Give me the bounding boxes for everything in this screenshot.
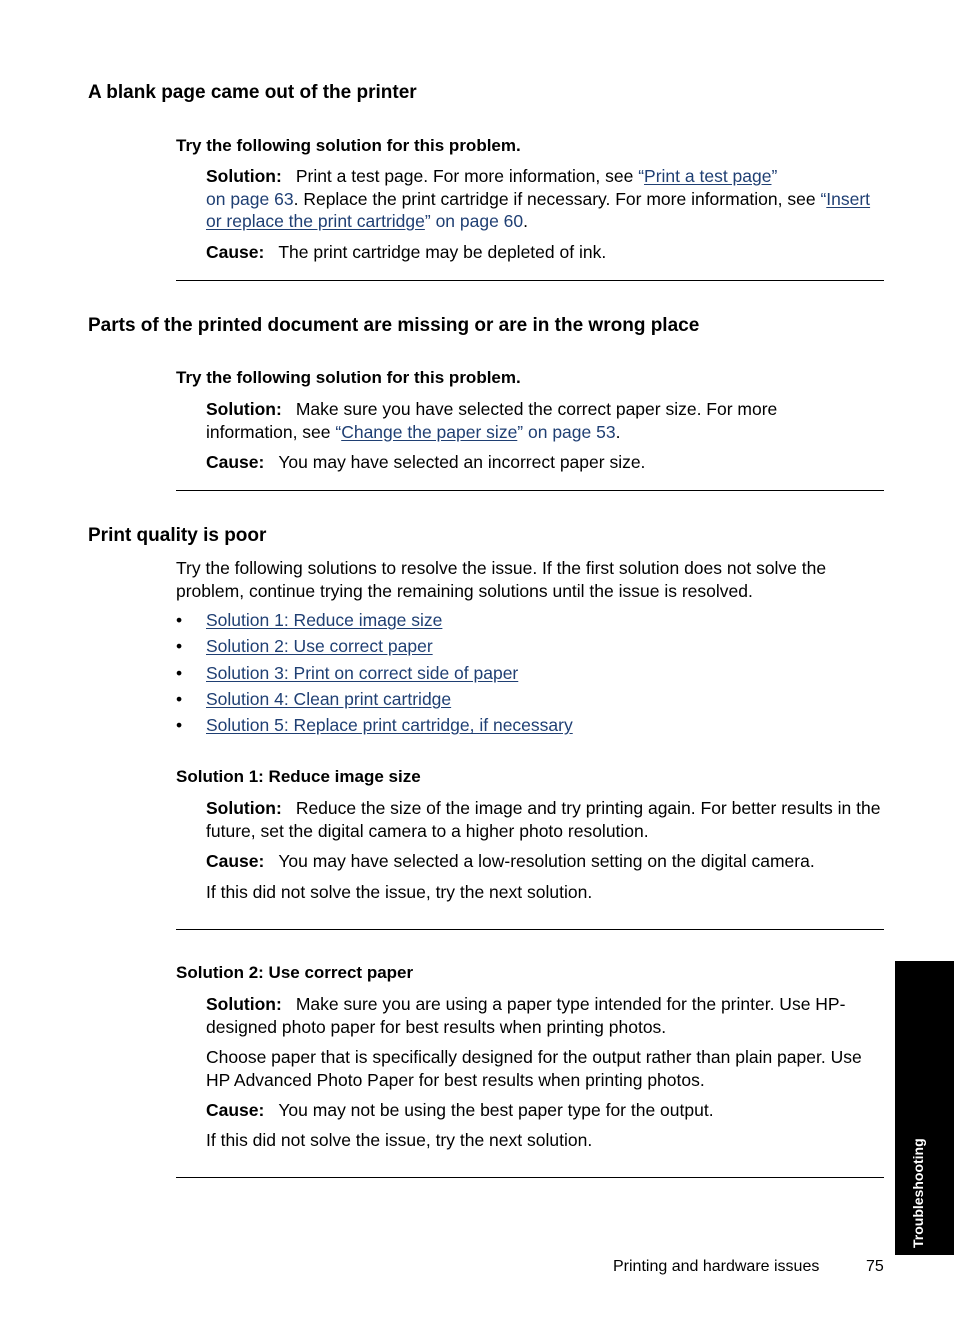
period: . [523, 211, 529, 231]
solution-label: Solution: [206, 994, 282, 1014]
subsection-heading-solution-2: Solution 2: Use correct paper [176, 963, 414, 982]
section-divider [176, 280, 884, 281]
section-heading-missing-parts: Parts of the printed document are missin… [88, 315, 700, 336]
cause-text: You may not be using the best paper type… [278, 1100, 714, 1120]
next-solution-note: If this did not solve the issue, try the… [206, 1130, 593, 1150]
cause-paragraph: Cause: You may have selected an incorrect… [206, 451, 886, 474]
solution-text: Print a test page. For more information,… [295, 166, 639, 186]
footer-page-number: 75 [866, 1258, 884, 1275]
subsection-heading-solution-1: Solution 1: Reduce image size [176, 767, 421, 786]
try-following-label: Try the following solution for this prob… [176, 368, 521, 387]
solution-paragraph: Solution: Make sure you have selected the… [206, 398, 886, 443]
solution-text: Make sure you are using a paper type int… [206, 994, 846, 1037]
link-solution-1[interactable]: Solution 1: Reduce image size [206, 610, 442, 631]
page-ref-63[interactable]: on page 63 [206, 189, 294, 209]
bullet-icon: • [176, 610, 183, 630]
solution-text-cont: . Replace the print cartridge if necessa… [293, 188, 821, 209]
solution-text: Make sure you have selected the correct … [295, 399, 778, 419]
bullet-icon: • [176, 636, 183, 656]
bullet-icon: • [176, 689, 183, 709]
link-solution-2[interactable]: Solution 2: Use correct paper [206, 636, 433, 657]
section-heading-print-quality: Print quality is poor [88, 525, 267, 546]
cause-text: The print cartridge may be depleted of i… [278, 242, 607, 262]
page-ref-53[interactable]: ” on page 53 [517, 422, 615, 442]
bullet-icon: • [176, 663, 183, 683]
link-solution-5[interactable]: Solution 5: Replace print cartridge, if … [206, 715, 573, 736]
link-insert-replace-cartridge[interactable]: Insert [826, 189, 870, 209]
chapter-side-tab-label: Troubleshooting [910, 1138, 926, 1248]
section-heading-blank-page: A blank page came out of the printer [88, 82, 417, 103]
link-change-paper-size[interactable]: Change the paper size [341, 422, 517, 442]
cause-label: Cause: [206, 1100, 265, 1120]
solution-label: Solution: [206, 166, 282, 186]
solution-label: Solution: [206, 798, 282, 818]
cause-paragraph: Cause: The print cartridge may be deplete… [206, 241, 886, 264]
bullet-icon: • [176, 715, 183, 735]
cause-label: Cause: [206, 242, 265, 262]
intro-paragraph: Try the following solutions to resolve t… [176, 558, 827, 601]
solution-label: Solution: [206, 399, 282, 419]
section-divider [176, 490, 884, 491]
link-insert-replace-cartridge-cont[interactable]: or replace the print cartridge [206, 211, 425, 231]
link-solution-4[interactable]: Solution 4: Clean print cartridge [206, 689, 451, 710]
page-ref-60[interactable]: ” on page 60 [425, 211, 523, 231]
link-solution-3[interactable]: Solution 3: Print on correct side of pap… [206, 663, 518, 684]
period: . [615, 421, 621, 442]
solution-text: Reduce the size of the image and try pri… [206, 798, 881, 841]
quote-close: ” [771, 166, 778, 186]
next-solution-note: If this did not solve the issue, try the… [206, 882, 593, 902]
section-divider [176, 929, 884, 930]
cause-label: Cause: [206, 452, 265, 472]
cause-paragraph: Cause: You may have selected a low-resolu… [206, 850, 886, 873]
try-following-label: Try the following solution for this prob… [176, 136, 521, 155]
cause-label: Cause: [206, 851, 265, 871]
solution-paragraph: Solution: Reduce the size of the image an… [206, 797, 886, 842]
solution-paragraph: Solution: Make sure you are using a paper… [206, 993, 886, 1038]
link-print-test-page[interactable]: Print a test page [644, 166, 771, 186]
solution-paragraph: Solution: Print a test page. For more inf… [206, 165, 886, 233]
footer-chapter-title: Printing and hardware issues [613, 1258, 820, 1275]
cause-text: You may have selected an incorrect paper… [278, 452, 646, 472]
section-divider [176, 1177, 884, 1178]
cause-paragraph: Cause: You may not be using the best pape… [206, 1099, 886, 1122]
extra-paragraph: Choose paper that is specifically design… [206, 1047, 862, 1090]
solution-text-cont: information, see [206, 421, 336, 442]
cause-text: You may have selected a low-resolution s… [278, 851, 815, 871]
